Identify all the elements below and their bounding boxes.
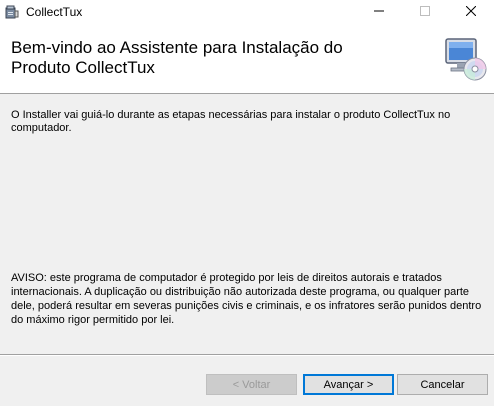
minimize-icon xyxy=(374,3,384,21)
cancel-button[interactable]: Cancelar xyxy=(397,374,488,395)
copyright-warning: AVISO: este programa de computador é pro… xyxy=(11,272,482,326)
installer-box-icon xyxy=(4,4,20,20)
close-button[interactable] xyxy=(448,0,494,24)
intro-text: O Installer vai guiá-lo durante as etapa… xyxy=(11,109,451,134)
maximize-button[interactable] xyxy=(402,0,448,24)
title-bar: CollectTux xyxy=(0,0,494,24)
next-button[interactable]: Avançar > xyxy=(303,374,394,395)
minimize-button[interactable] xyxy=(356,0,402,24)
header-banner: Bem-vindo ao Assistente para Instalação … xyxy=(0,24,494,94)
page-title: Bem-vindo ao Assistente para Instalação … xyxy=(11,38,343,77)
computer-cd-icon xyxy=(442,36,488,82)
divider xyxy=(0,354,494,356)
installer-window: CollectTux Bem-vindo ao Assistente para … xyxy=(0,0,494,406)
window-title: CollectTux xyxy=(26,5,83,19)
close-icon xyxy=(465,3,477,21)
maximize-icon xyxy=(420,3,430,21)
back-button[interactable]: < Voltar xyxy=(206,374,297,395)
